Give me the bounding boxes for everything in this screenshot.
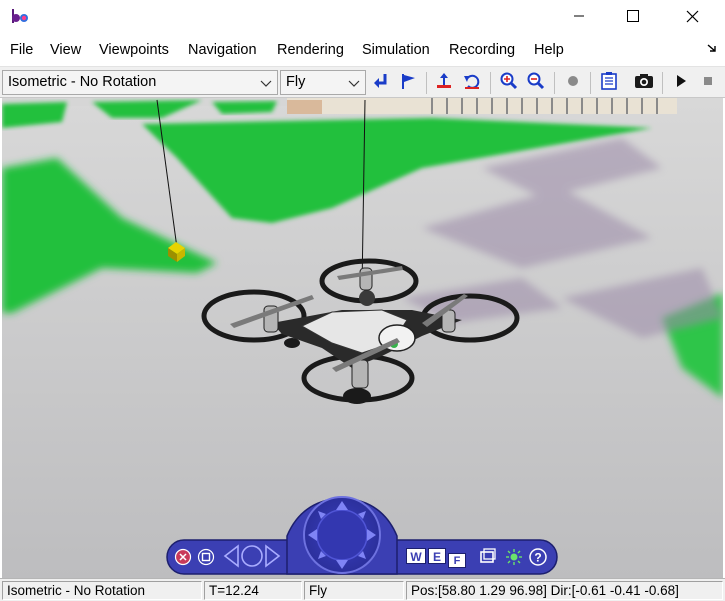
stop-simulation-icon: [698, 71, 718, 94]
menu-help[interactable]: Help: [534, 42, 564, 58]
status-position: Pos:[58.80 1.29 96.98] Dir:[-0.61 -0.41 …: [406, 581, 723, 600]
menu-simulation[interactable]: Simulation: [362, 42, 430, 58]
fly-button[interactable]: F: [448, 551, 466, 568]
dock-arrow-icon[interactable]: [706, 41, 718, 53]
chevron-down-icon: [260, 77, 272, 87]
return-to-viewpoint-button[interactable]: [369, 70, 393, 95]
capture-frame-icon: [633, 71, 655, 94]
return-to-viewpoint-icon: [371, 71, 391, 94]
stop-simulation-button[interactable]: [696, 70, 720, 95]
start-simulation-button[interactable]: [669, 70, 693, 95]
minimize-button[interactable]: [556, 0, 602, 32]
walk-pad[interactable]: [307, 498, 377, 572]
rotate-right-icon: [264, 544, 282, 571]
scene-viewport[interactable]: W E F ?: [2, 98, 723, 578]
menu-viewpoints[interactable]: Viewpoints: [99, 42, 169, 58]
viewpoint-select-value: Isometric - No Rotation: [8, 74, 157, 90]
rotate-left-icon: [222, 544, 240, 571]
rotate-left-button[interactable]: [222, 544, 240, 571]
straighten-up-icon: [434, 71, 454, 94]
maximize-icon: [627, 10, 639, 22]
record-button[interactable]: [561, 70, 585, 95]
zoom-out-button[interactable]: [524, 70, 548, 95]
straighten-up-button[interactable]: [432, 70, 456, 95]
capture-frame-button[interactable]: [632, 70, 656, 95]
simulation-parameters-icon: [599, 71, 619, 94]
toolbar: Isometric - No Rotation Fly: [0, 66, 725, 98]
examine-icon: E: [428, 548, 446, 564]
close-panel-icon: [174, 548, 192, 569]
title-bar: [0, 0, 725, 34]
maximize-button[interactable]: [610, 0, 656, 32]
camera-frame-button[interactable]: [478, 547, 498, 570]
menu-rendering[interactable]: Rendering: [277, 42, 344, 58]
svg-text:?: ?: [534, 551, 541, 565]
restore-panel-icon: [197, 548, 215, 569]
start-simulation-icon: [671, 71, 691, 94]
rotate-right-button[interactable]: [264, 544, 282, 571]
zoom-in-icon: [499, 71, 519, 94]
go-to-default-viewpoint-button[interactable]: [396, 70, 420, 95]
camera-frame-icon: [478, 548, 498, 570]
examine-button[interactable]: E: [428, 548, 446, 564]
headlight-button[interactable]: [504, 547, 524, 570]
rotate-center-button[interactable]: [240, 544, 264, 571]
restore-panel-button[interactable]: [197, 548, 215, 569]
navigation-mode-select[interactable]: Fly: [280, 70, 366, 95]
viewpoint-select[interactable]: Isometric - No Rotation: [2, 70, 278, 95]
menu-bar: File View Viewpoints Navigation Renderin…: [0, 36, 725, 64]
simulation-parameters-button[interactable]: [597, 70, 621, 95]
headlight-icon: [504, 549, 524, 570]
help-button[interactable]: ?: [528, 547, 548, 570]
close-panel-button[interactable]: [174, 548, 192, 569]
status-bar: Isometric - No Rotation T=12.24 Fly Pos:…: [0, 578, 725, 601]
go-to-default-viewpoint-icon: [398, 71, 418, 94]
zoom-in-button[interactable]: [497, 70, 521, 95]
menu-view[interactable]: View: [50, 42, 81, 58]
chevron-down-icon: [348, 77, 360, 87]
record-icon: [563, 71, 583, 94]
undo-move-icon: [462, 71, 482, 94]
navigation-mode-value: Fly: [286, 74, 306, 90]
status-viewpoint: Isometric - No Rotation: [2, 581, 202, 600]
status-time: T=12.24: [204, 581, 302, 600]
rotate-center-icon: [240, 545, 264, 571]
menu-navigation[interactable]: Navigation: [188, 42, 257, 58]
close-icon: [686, 10, 699, 23]
minimize-icon: [573, 10, 585, 22]
undo-move-button[interactable]: [460, 70, 484, 95]
menu-recording[interactable]: Recording: [449, 42, 515, 58]
close-button[interactable]: [669, 0, 715, 32]
vr-app-icon[interactable]: [10, 7, 32, 25]
zoom-out-icon: [526, 71, 546, 94]
wireframe-button[interactable]: W: [406, 548, 426, 564]
status-navigation-mode: Fly: [304, 581, 404, 600]
wireframe-icon: W: [406, 548, 426, 564]
fly-icon: F: [448, 553, 466, 568]
menu-file[interactable]: File: [10, 42, 33, 58]
help-icon: ?: [528, 548, 548, 570]
